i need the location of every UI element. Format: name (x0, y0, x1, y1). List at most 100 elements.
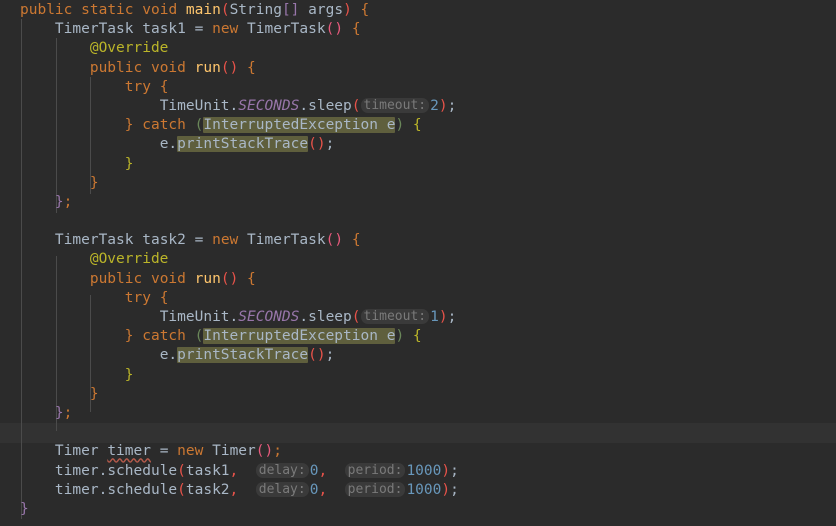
code-line-27[interactable]: } (0, 500, 836, 519)
code-line-24[interactable]: Timer timer = new Timer(); (0, 442, 836, 461)
code-line-21[interactable]: } (0, 385, 836, 404)
token-brace-close: } (54, 404, 64, 421)
code-line-19[interactable]: e.printStackTrace(); (0, 346, 836, 365)
token-brace-close: } (124, 328, 134, 345)
code-line-8[interactable]: e.printStackTrace(); (0, 135, 836, 154)
code-line-3[interactable]: @Override (0, 39, 836, 58)
token-field-seconds: SECONDS (238, 97, 300, 114)
token-operator-assign: = (194, 232, 204, 249)
token-keyword-catch: catch (142, 117, 186, 134)
token-keyword-public: public (89, 270, 143, 287)
token-brace-open: { (412, 117, 422, 134)
token-type-timertask: TimerTask (247, 232, 326, 249)
token-keyword-try: try (124, 78, 151, 95)
token-brace-open: { (159, 78, 169, 95)
code-line-10[interactable]: } (0, 174, 836, 193)
token-keyword-static: static (81, 2, 134, 18)
code-editor-pane[interactable]: public static void main(String[] args) {… (0, 0, 836, 526)
code-line-2[interactable]: TimerTask task1 = new TimerTask() { (0, 20, 836, 39)
token-brace-open: { (247, 270, 256, 287)
token-var-timer-with-typo: timer (107, 443, 151, 460)
code-line-7[interactable]: } catch (InterruptedException e) { (0, 116, 836, 135)
code-line-12-blank[interactable] (0, 212, 836, 231)
token-dot: . (98, 481, 108, 498)
code-line-25[interactable]: timer.schedule(task1, delay: 0, period: 10… (0, 462, 836, 481)
code-line-1[interactable]: public static void main(String[] args) { (0, 1, 836, 20)
token-paren-close: ) (229, 59, 239, 76)
usage-highlight: InterruptedException e (203, 328, 396, 345)
token-paren-open: ( (220, 270, 230, 287)
token-number-1000: 1000 (406, 462, 442, 479)
code-line-4[interactable]: public void run() { (0, 59, 836, 78)
token-paren-close: ) (343, 2, 352, 18)
code-line-18[interactable]: } catch (InterruptedException e) { (0, 327, 836, 346)
token-brace-open: { (412, 328, 422, 345)
code-line-20[interactable]: } (0, 366, 836, 385)
token-semicolon: ; (450, 462, 459, 479)
token-type-timertask: TimerTask (54, 232, 134, 249)
token-paren-open: ( (351, 309, 361, 325)
code-line-5[interactable]: try { (0, 78, 836, 97)
code-line-26[interactable]: timer.schedule(task2, delay: 0, period: 10… (0, 481, 836, 500)
token-paren-open: ( (308, 347, 317, 364)
token-brace-close: } (124, 117, 134, 134)
token-keyword-void: void (150, 59, 186, 76)
token-class-timeunit: TimeUnit (159, 309, 230, 325)
inlay-hint-timeout[interactable]: timeout: (360, 97, 430, 113)
token-number-1000: 1000 (406, 481, 442, 498)
code-lines[interactable]: public static void main(String[] args) {… (0, 0, 836, 519)
inlay-hint-period[interactable]: period: (344, 481, 406, 497)
token-method-printstacktrace: printStackTrace (177, 136, 309, 153)
token-method-schedule: schedule (107, 481, 178, 498)
code-line-23-blank-caret[interactable] (0, 423, 836, 442)
token-type-interruptedexception: InterruptedException (203, 117, 378, 134)
inlay-hint-timeout[interactable]: timeout: (360, 309, 430, 324)
token-semicolon: ; (447, 309, 457, 325)
inlay-hint-delay[interactable]: delay: (255, 481, 309, 497)
token-paren-close: ) (264, 443, 274, 460)
token-var-task2: task2 (142, 232, 186, 249)
token-var-timer: timer (54, 462, 99, 479)
token-paren-open: ( (255, 443, 265, 460)
token-dot: . (299, 309, 309, 325)
token-brace-close: } (124, 366, 134, 383)
token-semicolon: ; (325, 347, 335, 364)
inlay-hint-period[interactable]: period: (344, 462, 406, 478)
code-line-14[interactable]: @Override (0, 250, 836, 269)
token-number-1: 1 (430, 309, 439, 325)
token-brace-open: { (247, 59, 256, 76)
token-paren-close: ) (441, 481, 451, 498)
code-line-13[interactable]: TimerTask task2 = new TimerTask() { (0, 231, 836, 250)
token-keyword-public: public (20, 2, 73, 18)
code-line-6[interactable]: TimeUnit.SECONDS.sleep(timeout: 2); (0, 97, 836, 116)
token-method-run: run (194, 270, 221, 287)
token-dot: . (229, 309, 239, 325)
token-brace-close: } (89, 385, 99, 402)
code-line-16[interactable]: try { (0, 289, 836, 308)
code-line-15[interactable]: public void run() { (0, 270, 836, 289)
token-type-timertask: TimerTask (54, 21, 134, 38)
code-line-11[interactable]: }; (0, 193, 836, 212)
token-paren-open: ( (351, 97, 361, 114)
token-number-2: 2 (430, 97, 439, 114)
token-keyword-new: new (212, 232, 239, 249)
inlay-hint-delay[interactable]: delay: (255, 462, 309, 478)
token-brace-open: { (351, 232, 361, 249)
token-semicolon: ; (63, 404, 73, 421)
token-paren-open: ( (177, 462, 186, 479)
token-comma: , (318, 462, 328, 479)
code-line-17[interactable]: TimeUnit.SECONDS.sleep(timeout: 1); (0, 308, 836, 327)
token-keyword-catch: catch (142, 328, 186, 345)
token-paren-open: ( (220, 59, 230, 76)
token-keyword-public: public (89, 59, 143, 76)
token-paren-close: ) (395, 328, 405, 345)
token-paren-close: ) (229, 270, 239, 287)
token-brace-open: { (159, 289, 169, 306)
code-line-22[interactable]: }; (0, 404, 836, 423)
token-semicolon: ; (325, 136, 335, 153)
token-paren-open: ( (308, 136, 317, 153)
code-line-9[interactable]: } (0, 155, 836, 174)
token-comma: , (229, 481, 239, 498)
token-method-sleep: sleep (308, 309, 352, 325)
token-keyword-new: new (177, 443, 204, 460)
